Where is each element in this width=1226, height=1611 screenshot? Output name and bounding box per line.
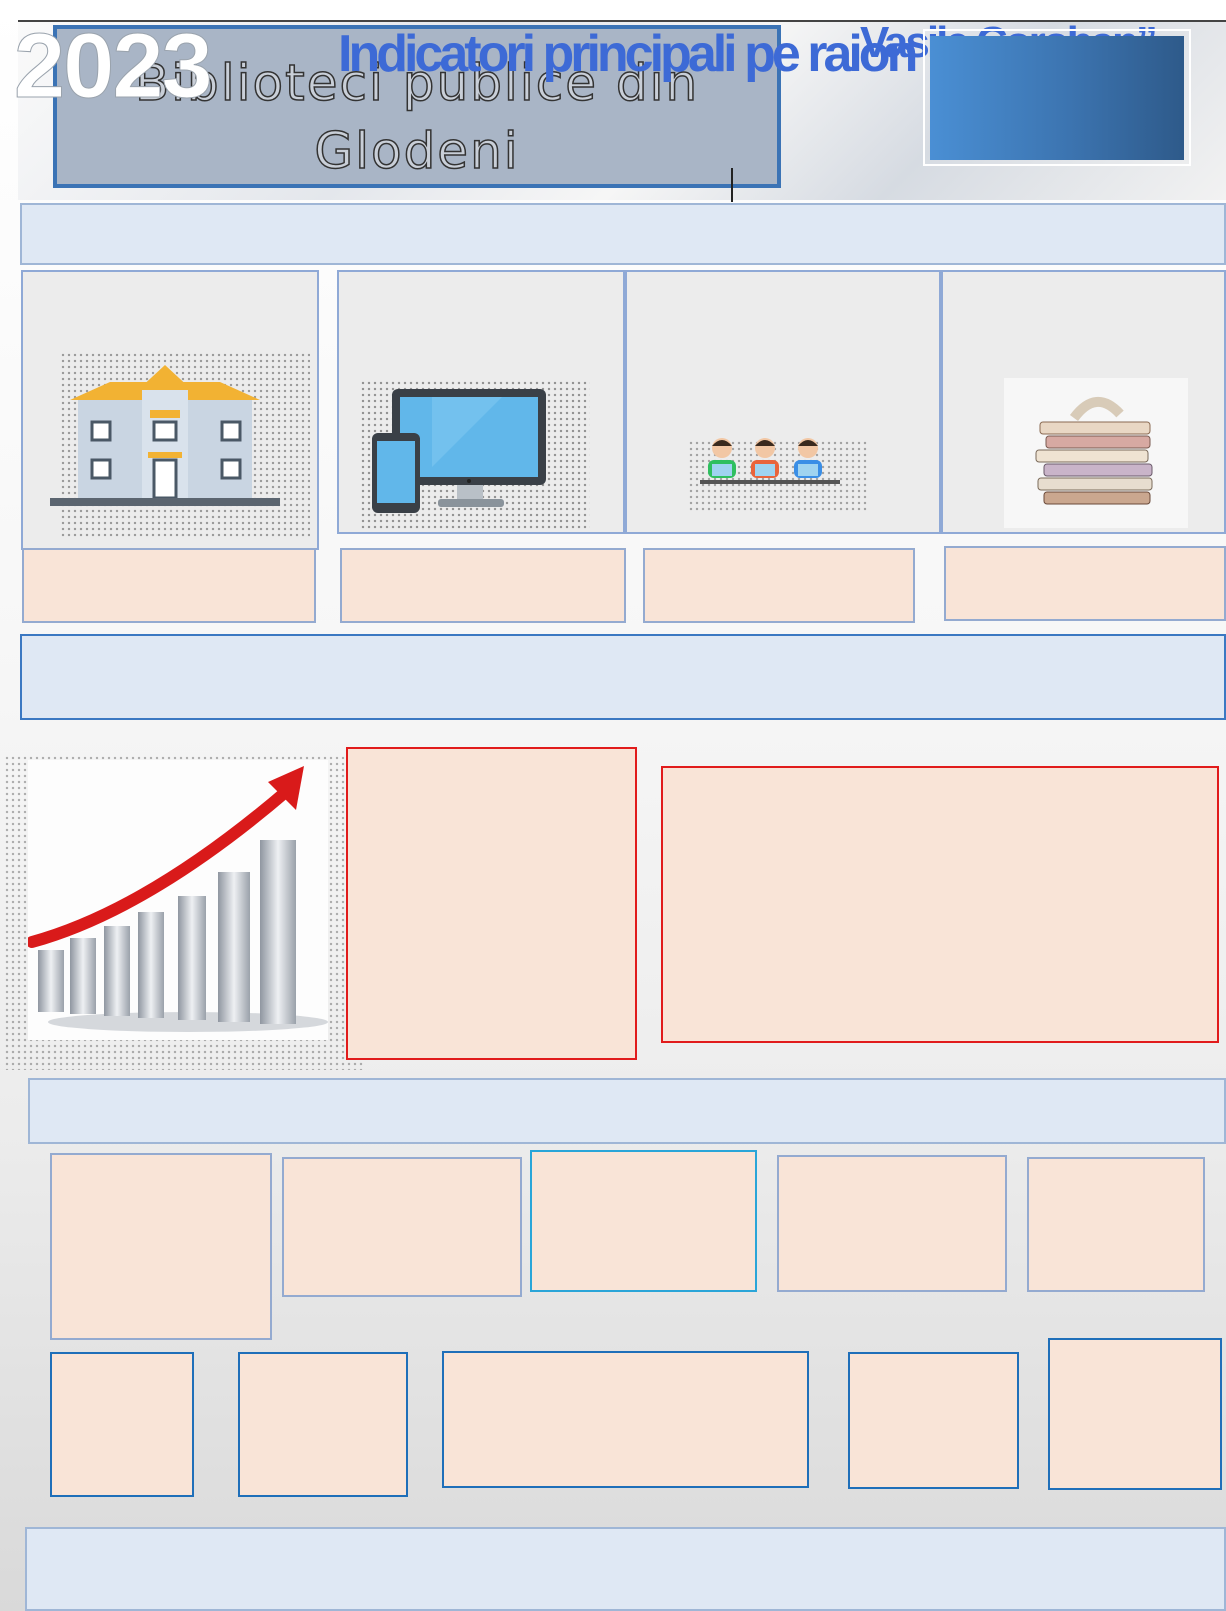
metric-box-b3 (442, 1351, 809, 1488)
label-box-users (643, 548, 915, 623)
label-box-books (944, 546, 1226, 621)
users-at-laptops-icon (700, 438, 840, 484)
label-box-computers (340, 548, 626, 623)
metric-box-a4 (777, 1155, 1007, 1292)
indicator-box-left (346, 747, 637, 1060)
metric-box-a3 (530, 1150, 757, 1292)
metric-box-a1 (50, 1153, 272, 1340)
header-divider (731, 168, 733, 202)
section-band-2 (20, 634, 1226, 720)
label-box-libraries (22, 548, 316, 623)
section-band-1 (20, 203, 1226, 265)
library-building-icon (50, 365, 280, 506)
indicator-box-right (661, 766, 1219, 1043)
metric-box-b5 (1048, 1338, 1222, 1490)
growth-chart-arrow-icon (28, 760, 328, 1040)
metric-box-a5 (1027, 1157, 1205, 1292)
metric-box-a2 (282, 1157, 522, 1297)
metric-box-b2 (238, 1352, 408, 1497)
blue-panel (930, 36, 1184, 160)
section-band-3 (28, 1078, 1226, 1144)
metric-box-b1 (50, 1352, 194, 1497)
year-label: 2023 (14, 15, 214, 117)
book-stack-icon (1004, 378, 1188, 528)
metric-box-b4 (848, 1352, 1019, 1489)
section-band-bottom (25, 1527, 1226, 1611)
computer-devices-icon (372, 389, 546, 513)
main-heading: Indicatori principali pe raion (338, 25, 918, 83)
